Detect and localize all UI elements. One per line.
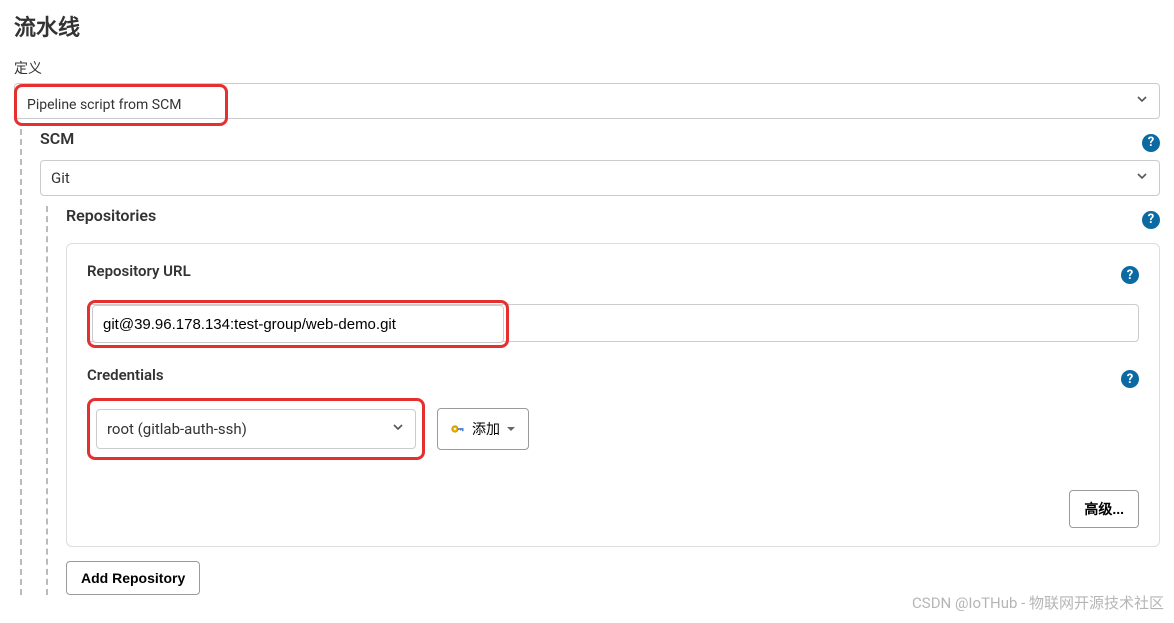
repositories-label: Repositories	[66, 206, 156, 225]
repo-url-input-bg	[87, 304, 1139, 342]
section-title: 流水线	[14, 10, 1160, 42]
advanced-button[interactable]: 高级...	[1069, 490, 1139, 528]
add-credential-button[interactable]: 添加	[437, 408, 529, 450]
help-icon[interactable]: ?	[1121, 370, 1139, 388]
scm-label: SCM	[40, 129, 74, 148]
key-icon	[450, 421, 466, 437]
scm-select[interactable]: Git	[40, 160, 1160, 196]
help-icon[interactable]: ?	[1142, 134, 1160, 152]
definition-label: 定义	[14, 58, 1160, 78]
add-repository-button[interactable]: Add Repository	[66, 561, 200, 595]
add-credential-label: 添加	[472, 419, 500, 439]
watermark-text: CSDN @IoTHub - 物联网开源技术社区	[912, 592, 1164, 613]
repository-box: Repository URL ? Credentials ?	[66, 243, 1160, 547]
credentials-select[interactable]: root (gitlab-auth-ssh)	[96, 409, 416, 449]
definition-select-highlight: Pipeline script from SCM	[21, 91, 221, 119]
help-icon[interactable]: ?	[1121, 266, 1139, 284]
caret-down-icon	[506, 421, 516, 437]
help-icon[interactable]: ?	[1142, 211, 1160, 229]
credentials-label: Credentials	[87, 366, 164, 384]
definition-select-text: Pipeline script from SCM	[27, 97, 181, 113]
repo-url-label: Repository URL	[87, 262, 191, 280]
